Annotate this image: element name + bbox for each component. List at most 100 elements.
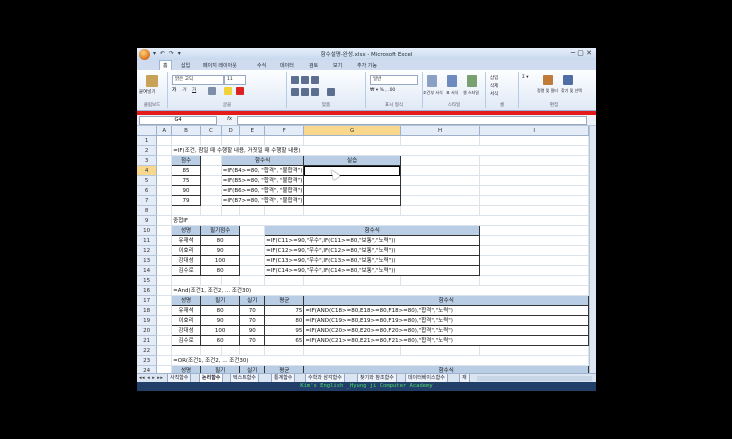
row-header[interactable]: 14 — [137, 265, 158, 276]
cell-i4[interactable] — [479, 165, 589, 176]
cell-c4[interactable] — [200, 165, 222, 176]
bold-button[interactable]: 가 — [172, 87, 176, 93]
cell-c11[interactable]: 80 — [199, 235, 241, 246]
row-header[interactable]: 19 — [137, 315, 158, 326]
font-size-select[interactable]: 11 — [224, 75, 246, 85]
cell-d7[interactable]: =IF(B7>=80, "합격", "불합격") — [220, 195, 305, 206]
cell-e11[interactable] — [239, 235, 266, 246]
cell-a22[interactable] — [156, 345, 173, 356]
font-name-select[interactable]: 맑은 고딕 — [172, 75, 224, 85]
cell-h5[interactable] — [400, 175, 481, 186]
conditional-format-button[interactable]: 조건부 서식 — [423, 90, 443, 96]
align-top-icon[interactable] — [291, 76, 299, 84]
row-header[interactable]: 1 — [137, 135, 158, 146]
column-header-f[interactable]: F — [264, 126, 305, 136]
cell-i22[interactable] — [479, 345, 589, 356]
cell-c17[interactable]: 필기 — [199, 295, 241, 306]
cell-b21[interactable]: 김수로 — [171, 335, 201, 346]
cell-d8[interactable] — [221, 205, 241, 216]
cell-h4[interactable] — [400, 165, 481, 176]
row-header[interactable]: 18 — [137, 305, 158, 316]
borders-icon[interactable] — [208, 87, 216, 95]
cell-g19[interactable]: =IF(AND(C19>=80,E19>=80,F19>=80),"합격","노… — [303, 315, 589, 326]
cell-h6[interactable] — [400, 185, 481, 196]
cell-i10[interactable] — [479, 225, 589, 236]
format-table-icon[interactable] — [447, 75, 457, 87]
cell-g3[interactable]: 실습 — [303, 155, 401, 166]
cell-d3[interactable]: 함수식 — [220, 155, 305, 166]
cell-e15[interactable] — [239, 275, 266, 286]
row-header[interactable]: 24 — [137, 365, 158, 373]
cell-f10[interactable]: 함수식 — [264, 225, 481, 236]
row-header[interactable]: 23 — [137, 355, 158, 366]
column-header-c[interactable]: C — [200, 126, 222, 136]
cell-a13[interactable] — [156, 255, 173, 266]
tab-formulas[interactable]: 수식 — [257, 62, 266, 69]
cell-f15[interactable] — [264, 275, 305, 286]
cell-c13[interactable]: 100 — [199, 255, 241, 266]
cell-c22[interactable] — [200, 345, 222, 356]
cell-g8[interactable] — [303, 205, 401, 216]
cell-d6[interactable]: =IF(B6>=80, "합격", "불합격") — [220, 185, 305, 196]
autosum-button[interactable]: Σ ▾ — [522, 75, 529, 80]
cell-f21[interactable]: 65 — [264, 335, 305, 346]
cell-b14[interactable]: 김수로 — [171, 265, 201, 276]
cell-c21[interactable]: 60 — [199, 335, 241, 346]
sort-filter-icon[interactable] — [543, 75, 553, 85]
cell-b22[interactable] — [171, 345, 201, 356]
cell-i3[interactable] — [479, 155, 589, 166]
cell-b9[interactable]: 중첩IF — [171, 215, 589, 226]
cell-h7[interactable] — [400, 195, 481, 206]
row-header[interactable]: 15 — [137, 275, 158, 286]
italic-button[interactable]: 가 — [182, 87, 186, 93]
cell-i13[interactable] — [479, 255, 589, 266]
cell-a15[interactable] — [156, 275, 173, 286]
row-header[interactable]: 9 — [137, 215, 158, 226]
row-header[interactable]: 20 — [137, 325, 158, 336]
cell-a7[interactable] — [156, 195, 173, 206]
cell-d22[interactable] — [221, 345, 241, 356]
fill-color-icon[interactable] — [224, 87, 232, 95]
column-header-g[interactable]: G — [303, 126, 401, 136]
row-header[interactable]: 22 — [137, 345, 158, 356]
cell-f11[interactable]: =IF(C11>=90,"우수",IF(C11>=80,"보통","노력")) — [264, 235, 481, 246]
merge-center-icon[interactable] — [327, 88, 335, 96]
cell-h22[interactable] — [400, 345, 481, 356]
cell-b3[interactable]: 점수 — [171, 155, 201, 166]
cell-g17[interactable]: 함수식 — [303, 295, 589, 306]
number-format-select[interactable]: 일반 — [370, 75, 418, 85]
cell-i14[interactable] — [479, 265, 589, 276]
cell-d5[interactable]: =IF(B5>=80, "합격", "불합격") — [220, 175, 305, 186]
cell-i11[interactable] — [479, 235, 589, 246]
align-center-icon[interactable] — [301, 88, 309, 96]
cell-f14[interactable]: =IF(C14>=90,"우수",IF(C14>=80,"보통","노력")) — [264, 265, 481, 276]
align-middle-icon[interactable] — [301, 76, 309, 84]
cell-c5[interactable] — [200, 175, 222, 186]
cell-b18[interactable]: 유재석 — [171, 305, 201, 316]
cell-i12[interactable] — [479, 245, 589, 256]
cell-f19[interactable]: 80 — [264, 315, 305, 326]
row-header[interactable]: 16 — [137, 285, 158, 296]
row-header[interactable]: 17 — [137, 295, 158, 306]
cell-e1[interactable] — [239, 135, 266, 146]
cell-e10[interactable] — [239, 225, 266, 236]
delete-cells-button[interactable]: 삭제 — [490, 83, 498, 89]
insert-cells-button[interactable]: 삽입 — [490, 75, 498, 81]
cell-e19[interactable]: 70 — [239, 315, 266, 326]
cell-f22[interactable] — [264, 345, 305, 356]
row-header[interactable]: 12 — [137, 245, 158, 256]
cell-f17[interactable]: 평균 — [264, 295, 305, 306]
cell-c1[interactable] — [200, 135, 222, 146]
column-header-d[interactable]: D — [221, 126, 241, 136]
cell-b16[interactable]: =And(조건1, 조건2, ... 조건30) — [171, 285, 589, 296]
row-header[interactable]: 5 — [137, 175, 158, 186]
cell-g18[interactable]: =IF(AND(C18>=80,E18>=80,F18>=80),"합격","노… — [303, 305, 589, 316]
cell-i7[interactable] — [479, 195, 589, 206]
cell-c20[interactable]: 100 — [199, 325, 241, 336]
cell-styles-icon[interactable] — [467, 75, 477, 87]
cell-f12[interactable]: =IF(C12>=90,"우수",IF(C12>=80,"보통","노력")) — [264, 245, 481, 256]
cell-b6[interactable]: 90 — [171, 185, 201, 196]
font-color-icon[interactable] — [236, 87, 244, 95]
select-all-corner[interactable] — [137, 126, 158, 136]
cell-a12[interactable] — [156, 245, 173, 256]
